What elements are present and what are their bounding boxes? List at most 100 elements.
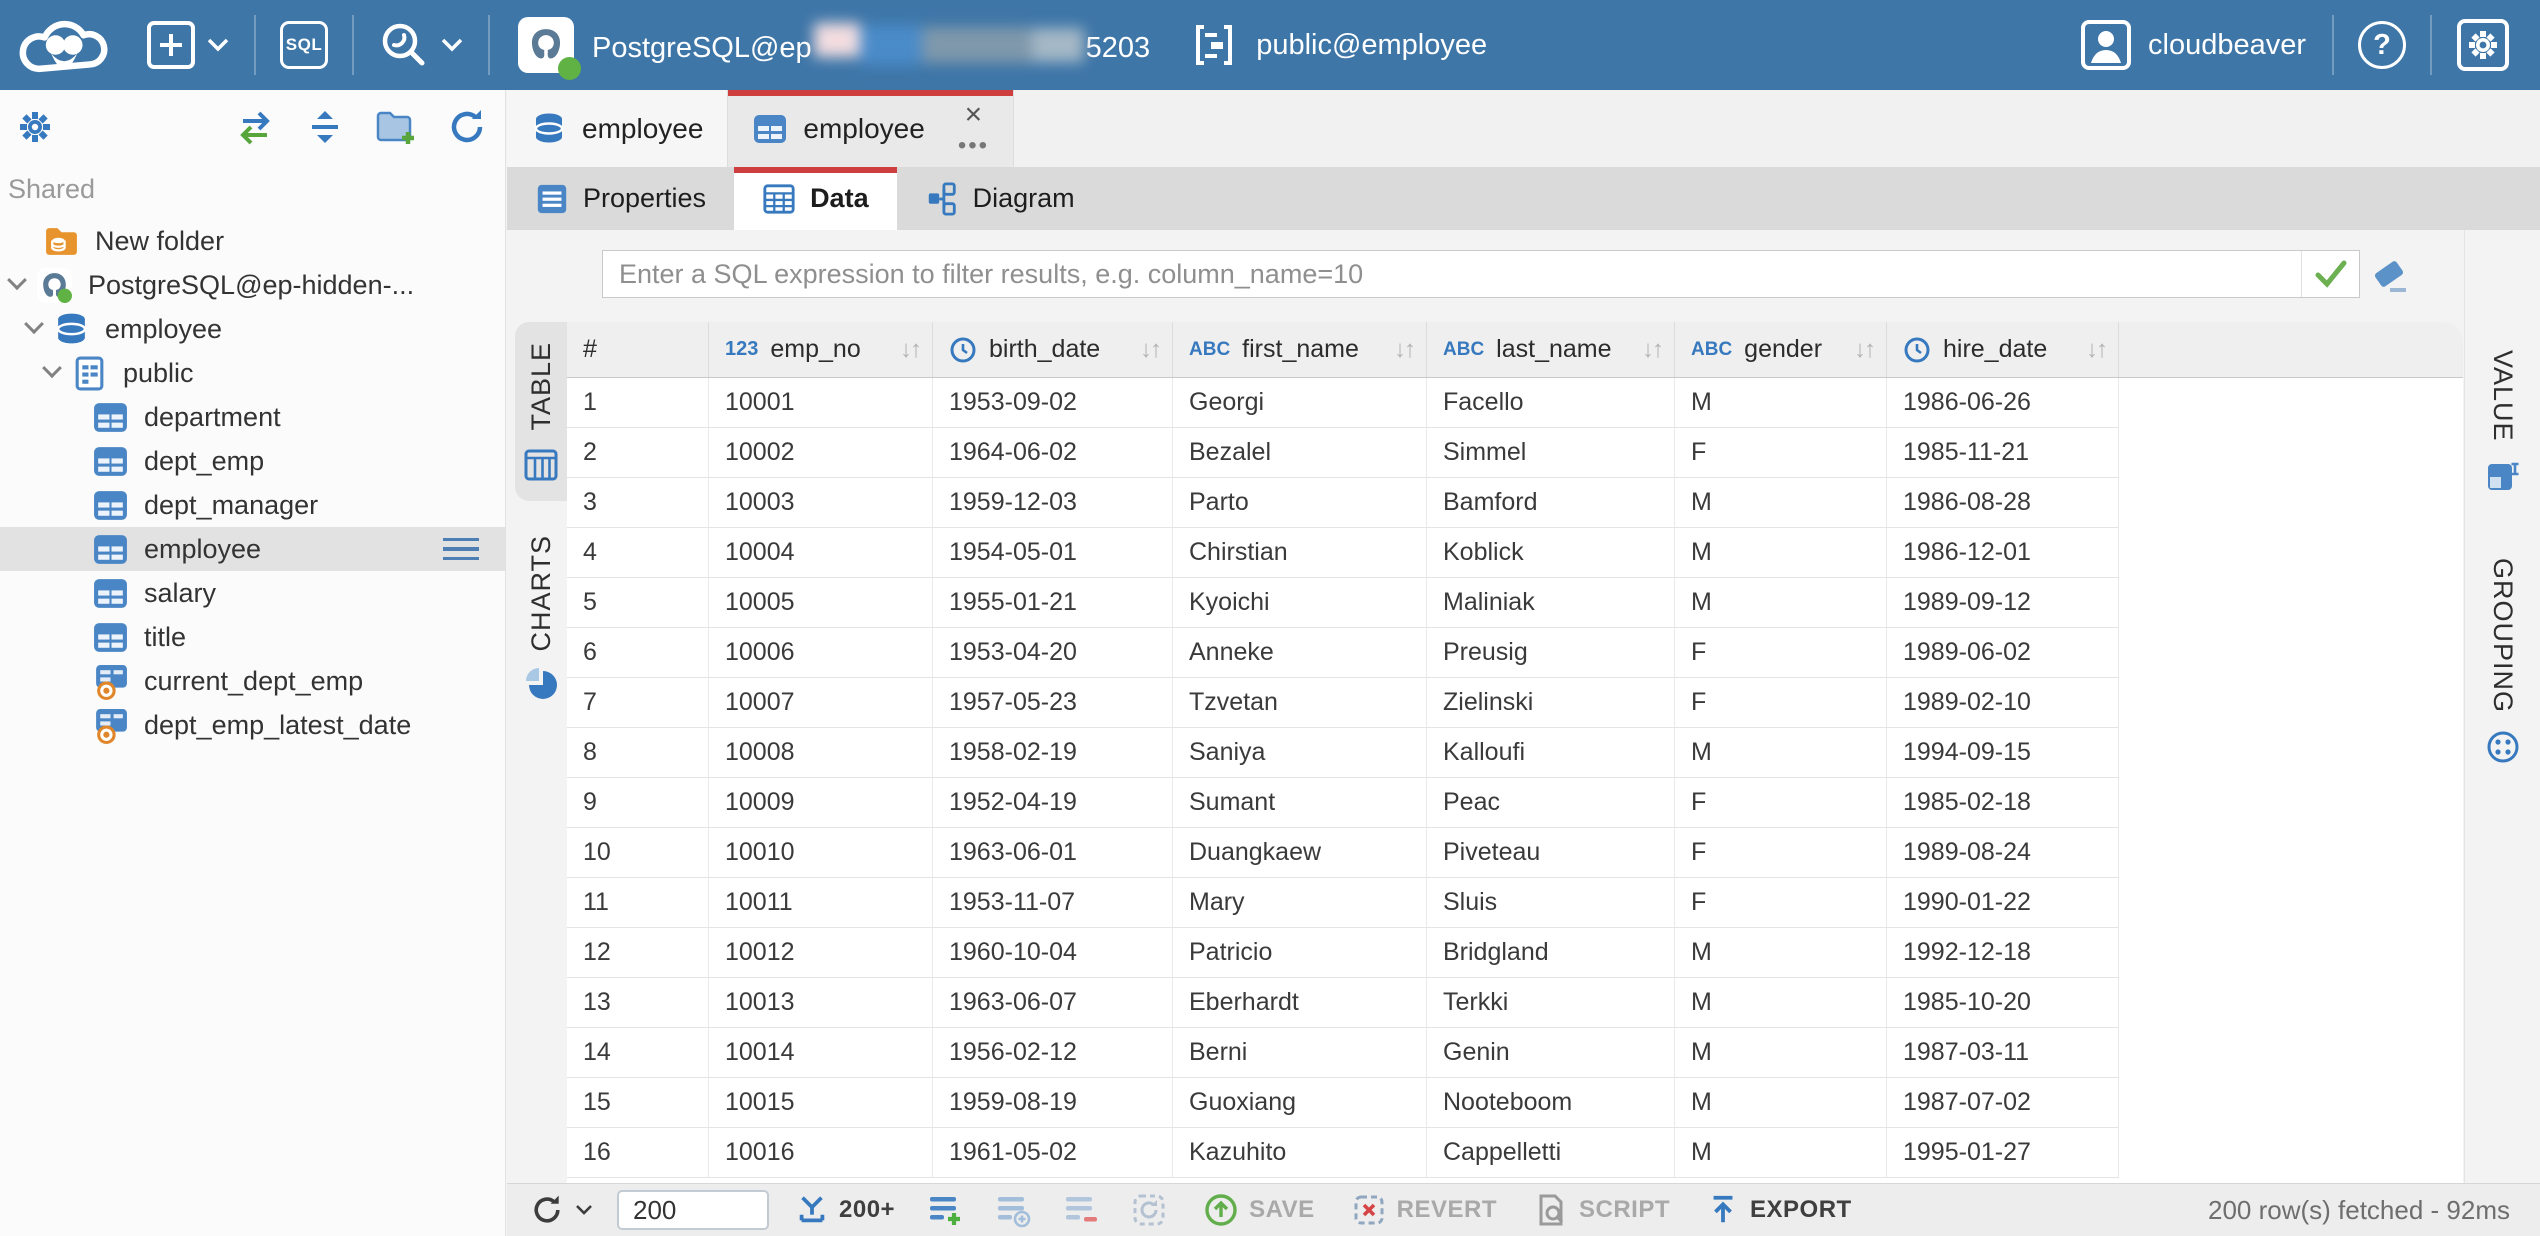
cell-first-name[interactable]: Duangkaew [1173, 828, 1427, 877]
cell-first-name[interactable]: Sumant [1173, 778, 1427, 827]
cell-first-name[interactable]: Berni [1173, 1028, 1427, 1077]
cell-last-name[interactable]: Terkki [1427, 978, 1675, 1027]
cell-first-name[interactable]: Georgi [1173, 378, 1427, 427]
column-header-birth-date[interactable]: birth_date↓↑ [933, 322, 1173, 377]
row-menu-icon[interactable] [443, 538, 479, 561]
tree-item[interactable]: public [0, 351, 505, 395]
cell-first-name[interactable]: Chirstian [1173, 528, 1427, 577]
row-limit-input[interactable]: 200 [617, 1190, 769, 1230]
cell-emp-no[interactable]: 10002 [709, 428, 933, 477]
refresh-tree-icon[interactable] [447, 107, 487, 147]
save-button[interactable]: SAVE [1203, 1192, 1315, 1228]
cell-emp-no[interactable]: 10005 [709, 578, 933, 627]
cell-first-name[interactable]: Saniya [1173, 728, 1427, 777]
sort-icon[interactable]: ↓↑ [1642, 336, 1662, 364]
row-number-cell[interactable]: 13 [567, 978, 709, 1027]
tree-item[interactable]: PostgreSQL@ep-hidden-... [0, 263, 505, 307]
cell-birth-date[interactable]: 1956-02-12 [933, 1028, 1173, 1077]
cell-gender[interactable]: F [1675, 428, 1887, 477]
cell-gender[interactable]: M [1675, 528, 1887, 577]
cell-birth-date[interactable]: 1953-04-20 [933, 628, 1173, 677]
cell-emp-no[interactable]: 10007 [709, 678, 933, 727]
tab-employee-database[interactable]: employee [507, 90, 728, 167]
export-button[interactable]: EXPORT [1706, 1193, 1852, 1227]
cell-birth-date[interactable]: 1954-05-01 [933, 528, 1173, 577]
chevron-down-icon[interactable] [7, 270, 27, 290]
cell-first-name[interactable]: Bezalel [1173, 428, 1427, 477]
tree-item[interactable]: New folder [0, 219, 505, 263]
new-object-button[interactable] [130, 0, 246, 90]
tree-item[interactable]: title [0, 615, 505, 659]
tab-menu-icon[interactable]: ••• [958, 134, 989, 158]
tree-item[interactable]: dept_emp [0, 439, 505, 483]
cell-emp-no[interactable]: 10011 [709, 878, 933, 927]
sort-icon[interactable]: ↓↑ [900, 336, 920, 364]
cell-emp-no[interactable]: 10001 [709, 378, 933, 427]
cell-hire-date[interactable]: 1994-09-15 [1887, 728, 2119, 777]
rail-tab-table[interactable]: TABLE [515, 322, 567, 501]
row-number-cell[interactable]: 9 [567, 778, 709, 827]
cell-emp-no[interactable]: 10009 [709, 778, 933, 827]
rail-tab-grouping[interactable]: GROUPING [2485, 558, 2521, 765]
cell-first-name[interactable]: Patricio [1173, 928, 1427, 977]
cell-hire-date[interactable]: 1995-01-27 [1887, 1128, 2119, 1177]
rail-tab-charts[interactable]: CHARTS [515, 515, 567, 722]
fetch-more-button[interactable]: 200+ [795, 1193, 895, 1227]
tree-item[interactable]: current_dept_emp [0, 659, 505, 703]
sort-icon[interactable]: ↓↑ [2086, 336, 2106, 364]
cell-emp-no[interactable]: 10014 [709, 1028, 933, 1077]
refresh-results-button[interactable] [529, 1192, 593, 1228]
chevron-down-icon[interactable] [24, 314, 44, 334]
cell-gender[interactable]: M [1675, 1128, 1887, 1177]
link-to-editor-icon[interactable] [235, 107, 275, 147]
cell-first-name[interactable]: Kazuhito [1173, 1128, 1427, 1177]
close-icon[interactable]: × [965, 100, 983, 130]
cell-hire-date[interactable]: 1990-01-22 [1887, 878, 2119, 927]
cell-hire-date[interactable]: 1989-09-12 [1887, 578, 2119, 627]
revert-button[interactable]: REVERT [1351, 1192, 1497, 1228]
column-header-gender[interactable]: ABC gender↓↑ [1675, 322, 1887, 377]
row-number-cell[interactable]: 15 [567, 1078, 709, 1127]
rail-tab-value[interactable]: VALUE [2485, 350, 2521, 494]
cell-last-name[interactable]: Kalloufi [1427, 728, 1675, 777]
cell-hire-date[interactable]: 1987-03-11 [1887, 1028, 2119, 1077]
cell-gender[interactable]: F [1675, 878, 1887, 927]
cell-last-name[interactable]: Cappelletti [1427, 1128, 1675, 1177]
sql-filter-bar[interactable]: Enter a SQL expression to filter results… [602, 250, 2360, 298]
tree-item[interactable]: department [0, 395, 505, 439]
cell-birth-date[interactable]: 1958-02-19 [933, 728, 1173, 777]
row-number-cell[interactable]: 7 [567, 678, 709, 727]
cell-gender[interactable]: F [1675, 628, 1887, 677]
cell-first-name[interactable]: Guoxiang [1173, 1078, 1427, 1127]
row-number-cell[interactable]: 5 [567, 578, 709, 627]
settings-button[interactable] [2440, 18, 2526, 72]
cell-last-name[interactable]: Peac [1427, 778, 1675, 827]
cell-birth-date[interactable]: 1963-06-07 [933, 978, 1173, 1027]
cell-first-name[interactable]: Anneke [1173, 628, 1427, 677]
sort-icon[interactable]: ↓↑ [1854, 336, 1874, 364]
add-row-button[interactable] [927, 1192, 963, 1228]
tab-employee-table[interactable]: employee × ••• [728, 90, 1014, 167]
cell-gender[interactable]: M [1675, 978, 1887, 1027]
cell-gender[interactable]: M [1675, 928, 1887, 977]
cell-hire-date[interactable]: 1985-02-18 [1887, 778, 2119, 827]
help-button[interactable]: ? [2342, 21, 2422, 69]
cell-first-name[interactable]: Mary [1173, 878, 1427, 927]
schema-selector[interactable]: public@employee [1170, 0, 1507, 90]
cell-hire-date[interactable]: 1985-10-20 [1887, 978, 2119, 1027]
row-number-cell[interactable]: 4 [567, 528, 709, 577]
user-menu-button[interactable]: cloudbeaver [2062, 19, 2324, 71]
cell-first-name[interactable]: Parto [1173, 478, 1427, 527]
column-header-last-name[interactable]: ABC last_name↓↑ [1427, 322, 1675, 377]
script-button[interactable]: SCRIPT [1533, 1192, 1670, 1228]
cell-hire-date[interactable]: 1992-12-18 [1887, 928, 2119, 977]
cell-gender[interactable]: F [1675, 778, 1887, 827]
cell-gender[interactable]: M [1675, 378, 1887, 427]
connection-selector[interactable]: PostgreSQL@ep5203 [498, 0, 1170, 90]
auto-refresh-button[interactable] [1131, 1192, 1167, 1228]
sql-editor-button[interactable]: SQL [264, 0, 344, 90]
cell-emp-no[interactable]: 10010 [709, 828, 933, 877]
cell-gender[interactable]: F [1675, 828, 1887, 877]
search-tools-button[interactable] [362, 0, 480, 90]
cell-hire-date[interactable]: 1986-12-01 [1887, 528, 2119, 577]
